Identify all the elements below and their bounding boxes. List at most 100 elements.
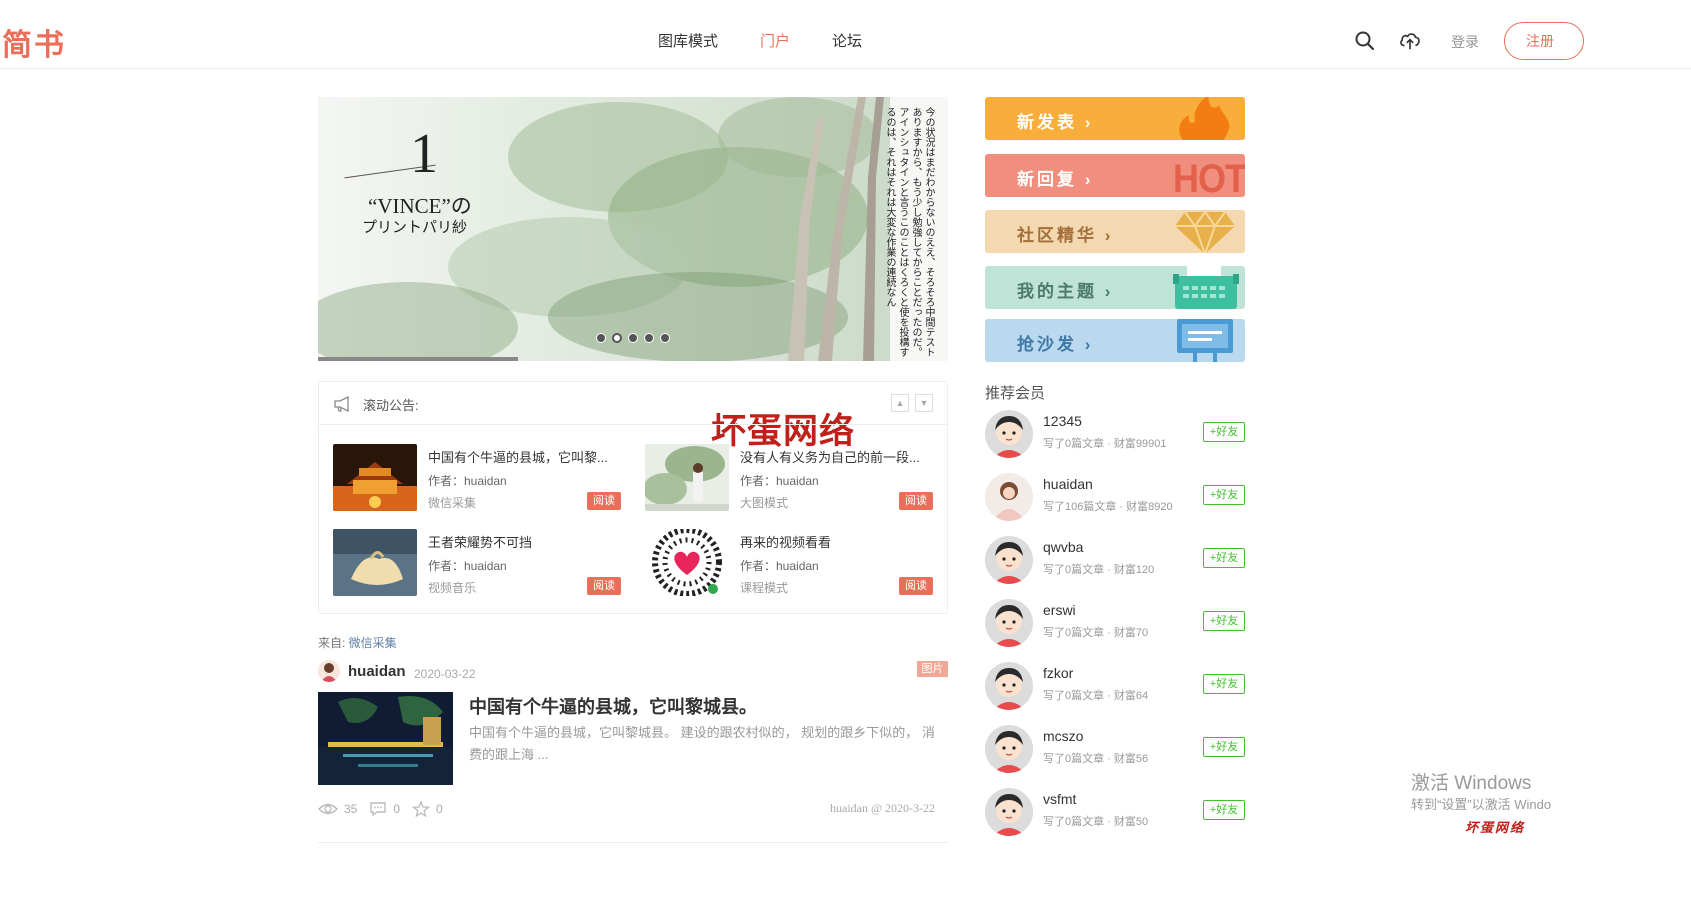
member-avatar[interactable]	[985, 599, 1033, 647]
member-row[interactable]: erswi 写了0篇文章 · 财富70 +好友	[985, 599, 1247, 649]
add-friend-button[interactable]: +好友	[1203, 800, 1245, 820]
banner-subtitle: プリントパリ紗	[362, 218, 468, 236]
my-topics-button[interactable]: 我的主题 ›	[985, 266, 1245, 309]
add-friend-button[interactable]: +好友	[1203, 422, 1245, 442]
member-meta: 写了106篇文章 · 财富8920	[1043, 501, 1173, 513]
source-link[interactable]: 微信采集	[349, 636, 397, 650]
banner-vertical-text: 今の状況はまだわからないのええ、そろそろ中間テストありますから、もう少し勉強して…	[884, 107, 934, 357]
member-avatar[interactable]	[985, 410, 1033, 458]
member-row[interactable]: qwvba 写了0篇文章 · 财富120 +好友	[985, 536, 1247, 586]
member-meta: 写了0篇文章 · 财富120	[1043, 564, 1155, 576]
carousel-dot[interactable]	[628, 333, 638, 343]
member-name[interactable]: mcszo	[1043, 728, 1083, 744]
article-date: 2020-03-22	[414, 667, 476, 681]
carousel-dot[interactable]	[660, 333, 670, 343]
views-count: 35	[344, 802, 358, 816]
read-button[interactable]: 阅读	[899, 577, 933, 595]
member-name[interactable]: qwvba	[1043, 539, 1083, 555]
new-replies-button[interactable]: 新回复 › HOT	[985, 154, 1245, 197]
add-friend-button[interactable]: +好友	[1203, 611, 1245, 631]
member-name[interactable]: fzkor	[1043, 665, 1073, 681]
author-avatar[interactable]	[318, 660, 340, 682]
member-row[interactable]: huaidan 写了106篇文章 · 财富8920 +好友	[985, 473, 1247, 523]
member-name[interactable]: 12345	[1043, 413, 1082, 429]
upload-cloud-icon[interactable]	[1399, 30, 1421, 52]
community-best-button[interactable]: 社区精华 ›	[985, 210, 1245, 253]
hot-badge: HOT	[1173, 155, 1245, 197]
add-friend-button[interactable]: +好友	[1203, 674, 1245, 694]
article-card[interactable]: 中国有个牛逼的县城，它叫黎... 作者：huaidan 微信采集 阅读	[333, 444, 623, 514]
typewriter-icon	[1173, 266, 1239, 309]
article-thumbnail[interactable]	[318, 692, 453, 785]
card-category[interactable]: 大图模式	[740, 494, 788, 511]
my-topics-label: 我的主题 ›	[1017, 282, 1114, 301]
carousel-dot[interactable]	[596, 333, 606, 343]
card-category[interactable]: 课程模式	[740, 579, 788, 596]
notice-label: 滚动公告:	[363, 398, 419, 413]
member-name[interactable]: huaidan	[1043, 476, 1093, 492]
article-card[interactable]: 王者荣耀势不可挡 作者：huaidan 视频音乐 阅读	[333, 529, 623, 599]
article-card[interactable]: 没有人有义务为自己的前一段... 作者：huaidan 大图模式 阅读	[645, 444, 935, 514]
article-card[interactable]: 再来的视频看看 作者：huaidan 课程模式 阅读	[645, 529, 935, 599]
card-category[interactable]: 视频音乐	[428, 579, 476, 596]
add-friend-button[interactable]: +好友	[1203, 485, 1245, 505]
divider	[319, 424, 947, 425]
notice-up-button[interactable]: ▲	[891, 394, 909, 412]
member-avatar[interactable]	[985, 536, 1033, 584]
megaphone-icon	[334, 396, 349, 412]
likes-count: 0	[436, 802, 443, 816]
read-button[interactable]: 阅读	[899, 492, 933, 510]
member-avatar[interactable]	[985, 473, 1033, 521]
member-row[interactable]: 12345 写了0篇文章 · 财富99901 +好友	[985, 410, 1247, 460]
card-thumbnail	[333, 529, 417, 596]
member-meta: 写了0篇文章 · 财富56	[1043, 753, 1149, 765]
member-avatar[interactable]	[985, 788, 1033, 836]
article-stats: 35 0 0	[318, 801, 455, 817]
notice-down-button[interactable]: ▼	[915, 394, 933, 412]
card-author: 作者：huaidan	[740, 559, 819, 573]
member-name[interactable]: erswi	[1043, 602, 1076, 618]
card-thumbnail-qrcode	[645, 529, 729, 596]
nav-forum[interactable]: 论坛	[832, 30, 862, 51]
site-logo[interactable]: 简书	[2, 20, 66, 64]
search-icon[interactable]	[1354, 30, 1376, 52]
card-title[interactable]: 没有人有义务为自己的前一段...	[740, 447, 935, 466]
banner-page-number: 1	[410, 123, 438, 185]
carousel-dot[interactable]	[644, 333, 654, 343]
nav-portal[interactable]: 门户	[760, 30, 790, 51]
member-avatar[interactable]	[985, 725, 1033, 773]
card-title[interactable]: 中国有个牛逼的县城，它叫黎...	[428, 447, 623, 466]
member-row[interactable]: vsfmt 写了0篇文章 · 财富50 +好友	[985, 788, 1247, 838]
brand-watermark: 坏蛋网络	[1465, 820, 1526, 835]
login-link[interactable]: 登录	[1451, 32, 1479, 52]
article-author[interactable]: huaidan	[348, 663, 406, 680]
banner-carousel[interactable]: 1 “VINCE”の プリントパリ紗 今の状況はまだわからないのええ、そろそろ中…	[318, 97, 948, 361]
member-meta: 写了0篇文章 · 财富99901	[1043, 438, 1167, 450]
read-button[interactable]: 阅读	[587, 492, 621, 510]
card-category[interactable]: 微信采集	[428, 494, 476, 511]
main-nav: 图库模式 门户 论坛	[658, 30, 862, 51]
comments-stat[interactable]: 0	[369, 801, 400, 817]
card-title[interactable]: 王者荣耀势不可挡	[428, 532, 623, 551]
carousel-dot-active[interactable]	[612, 333, 622, 343]
card-title[interactable]: 再来的视频看看	[740, 532, 935, 551]
member-row[interactable]: mcszo 写了0篇文章 · 财富56 +好友	[985, 725, 1247, 775]
nav-gallery-mode[interactable]: 图库模式	[658, 30, 718, 51]
add-friend-button[interactable]: +好友	[1203, 737, 1245, 757]
grab-sofa-button[interactable]: 抢沙发 ›	[985, 319, 1245, 362]
top-header: 简书 图库模式 门户 论坛 登录 注册	[0, 0, 1691, 69]
read-button[interactable]: 阅读	[587, 577, 621, 595]
card-thumbnail	[333, 444, 417, 511]
new-posts-label: 新发表 ›	[1017, 113, 1094, 132]
member-meta: 写了0篇文章 · 财富50	[1043, 816, 1149, 828]
member-row[interactable]: fzkor 写了0篇文章 · 财富64 +好友	[985, 662, 1247, 712]
carousel-dots	[596, 333, 670, 343]
likes-stat[interactable]: 0	[412, 801, 443, 817]
new-posts-button[interactable]: 新发表 ›	[985, 97, 1245, 140]
new-replies-label: 新回复 ›	[1017, 170, 1094, 189]
register-button[interactable]: 注册	[1504, 22, 1584, 60]
add-friend-button[interactable]: +好友	[1203, 548, 1245, 568]
member-name[interactable]: vsfmt	[1043, 791, 1076, 807]
member-avatar[interactable]	[985, 662, 1033, 710]
article-title[interactable]: 中国有个牛逼的县城，它叫黎城县。	[469, 693, 757, 719]
